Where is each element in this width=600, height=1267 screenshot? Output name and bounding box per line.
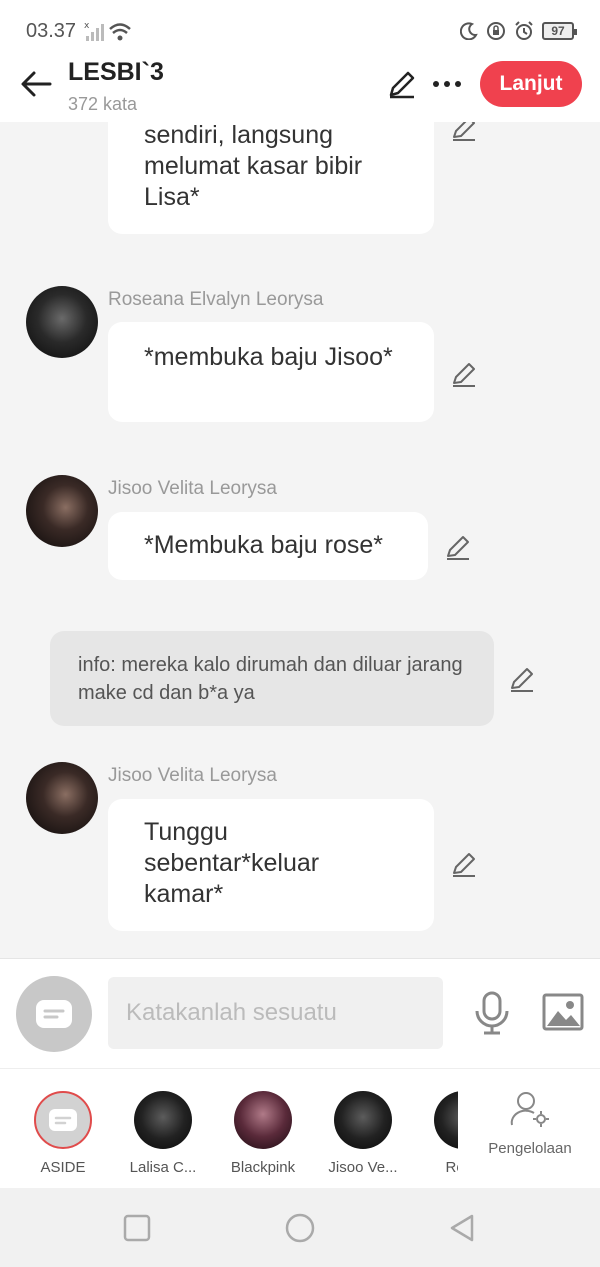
character-aside[interactable]: ASIDE [20,1091,106,1176]
aside-toggle-button[interactable] [16,976,92,1052]
edit-message-icon[interactable] [450,850,478,878]
message-bubble[interactable]: Tunggu sebentar*keluar kamar* [108,799,434,931]
edit-message-icon[interactable] [450,122,478,142]
avatar[interactable] [26,286,98,358]
message-text: sendiri, langsung melumat kasar bibir Li… [144,122,363,211]
message-text: *membuka baju Jisoo* [144,343,393,371]
character-name: Jisoo Velita Leorysa [108,765,277,786]
home-icon[interactable] [284,1212,316,1244]
recent-apps-icon[interactable] [121,1212,153,1244]
message-bubble[interactable]: sendiri, langsung melumat kasar bibir Li… [108,122,434,234]
back-arrow-icon[interactable] [18,66,54,102]
battery-icon: 97 [542,22,577,40]
character-label: Blackpink [230,1159,296,1176]
image-icon[interactable] [542,993,584,1031]
character-tray: ASIDE Lalisa C... Blackpink Jisoo Ve... … [0,1068,600,1188]
word-count: 372 kata [68,94,138,114]
story-header: LESBI`3 372 kata Lanjut [0,52,600,122]
aside-bubble[interactable]: info: mereka kalo dirumah dan diluar jar… [50,631,494,726]
aside-avatar [34,1091,92,1149]
person-settings-icon [510,1092,549,1127]
aside-text: info: mereka kalo dirumah dan diluar jar… [78,654,463,704]
pencil-icon[interactable] [386,68,418,100]
character-label: Jisoo Ve... [328,1159,398,1176]
message-icon [49,1109,77,1131]
message-text: Tunggu sebentar*keluar kamar* [144,818,320,908]
message-bubble[interactable]: *Membuka baju rose* [108,512,428,580]
character-item[interactable]: Rose [420,1091,458,1176]
alarm-icon [515,21,533,40]
avatar[interactable] [26,475,98,547]
character-label: Rose [445,1159,458,1176]
message-bubble[interactable]: *membuka baju Jisoo* [108,322,434,422]
status-icons: 97 [460,20,577,42]
character-label: Lalisa C... [129,1159,197,1176]
character-name: Jisoo Velita Leorysa [108,478,277,499]
character-item[interactable]: Blackpink [220,1091,306,1176]
lock-rotation-icon [487,22,505,40]
character-item[interactable]: Jisoo Ve... [320,1091,406,1176]
system-nav-bar [0,1188,600,1267]
edit-message-icon[interactable] [450,360,478,388]
character-list[interactable]: ASIDE Lalisa C... Blackpink Jisoo Ve... … [0,1069,458,1189]
chat-area[interactable]: sendiri, langsung melumat kasar bibir Li… [0,122,600,958]
manage-characters-button[interactable]: Pengelolaan [480,1091,580,1157]
manage-label: Pengelolaan [488,1140,572,1157]
avatar[interactable] [26,762,98,834]
message-icon [36,1000,72,1028]
character-label: ASIDE [40,1159,86,1176]
signal-wifi-icon: x [84,21,131,41]
edit-message-icon[interactable] [508,665,536,693]
svg-text:x: x [84,21,90,31]
more-options-icon[interactable] [430,68,464,100]
composer-bar [0,958,600,1068]
message-text: *Membuka baju rose* [144,531,384,559]
back-icon[interactable] [446,1212,478,1244]
next-button[interactable]: Lanjut [480,61,582,107]
edit-message-icon[interactable] [444,533,472,561]
moon-icon [460,22,478,40]
avatar [234,1091,292,1149]
character-name: Roseana Elvalyn Leorysa [108,289,324,310]
character-item[interactable]: Lalisa C... [120,1091,206,1176]
status-time: 03.37 [26,20,77,42]
avatar [134,1091,192,1149]
avatar [434,1091,458,1149]
avatar [334,1091,392,1149]
microphone-icon[interactable] [472,991,512,1035]
story-title: LESBI`3 [68,58,164,86]
message-input[interactable] [108,977,443,1049]
